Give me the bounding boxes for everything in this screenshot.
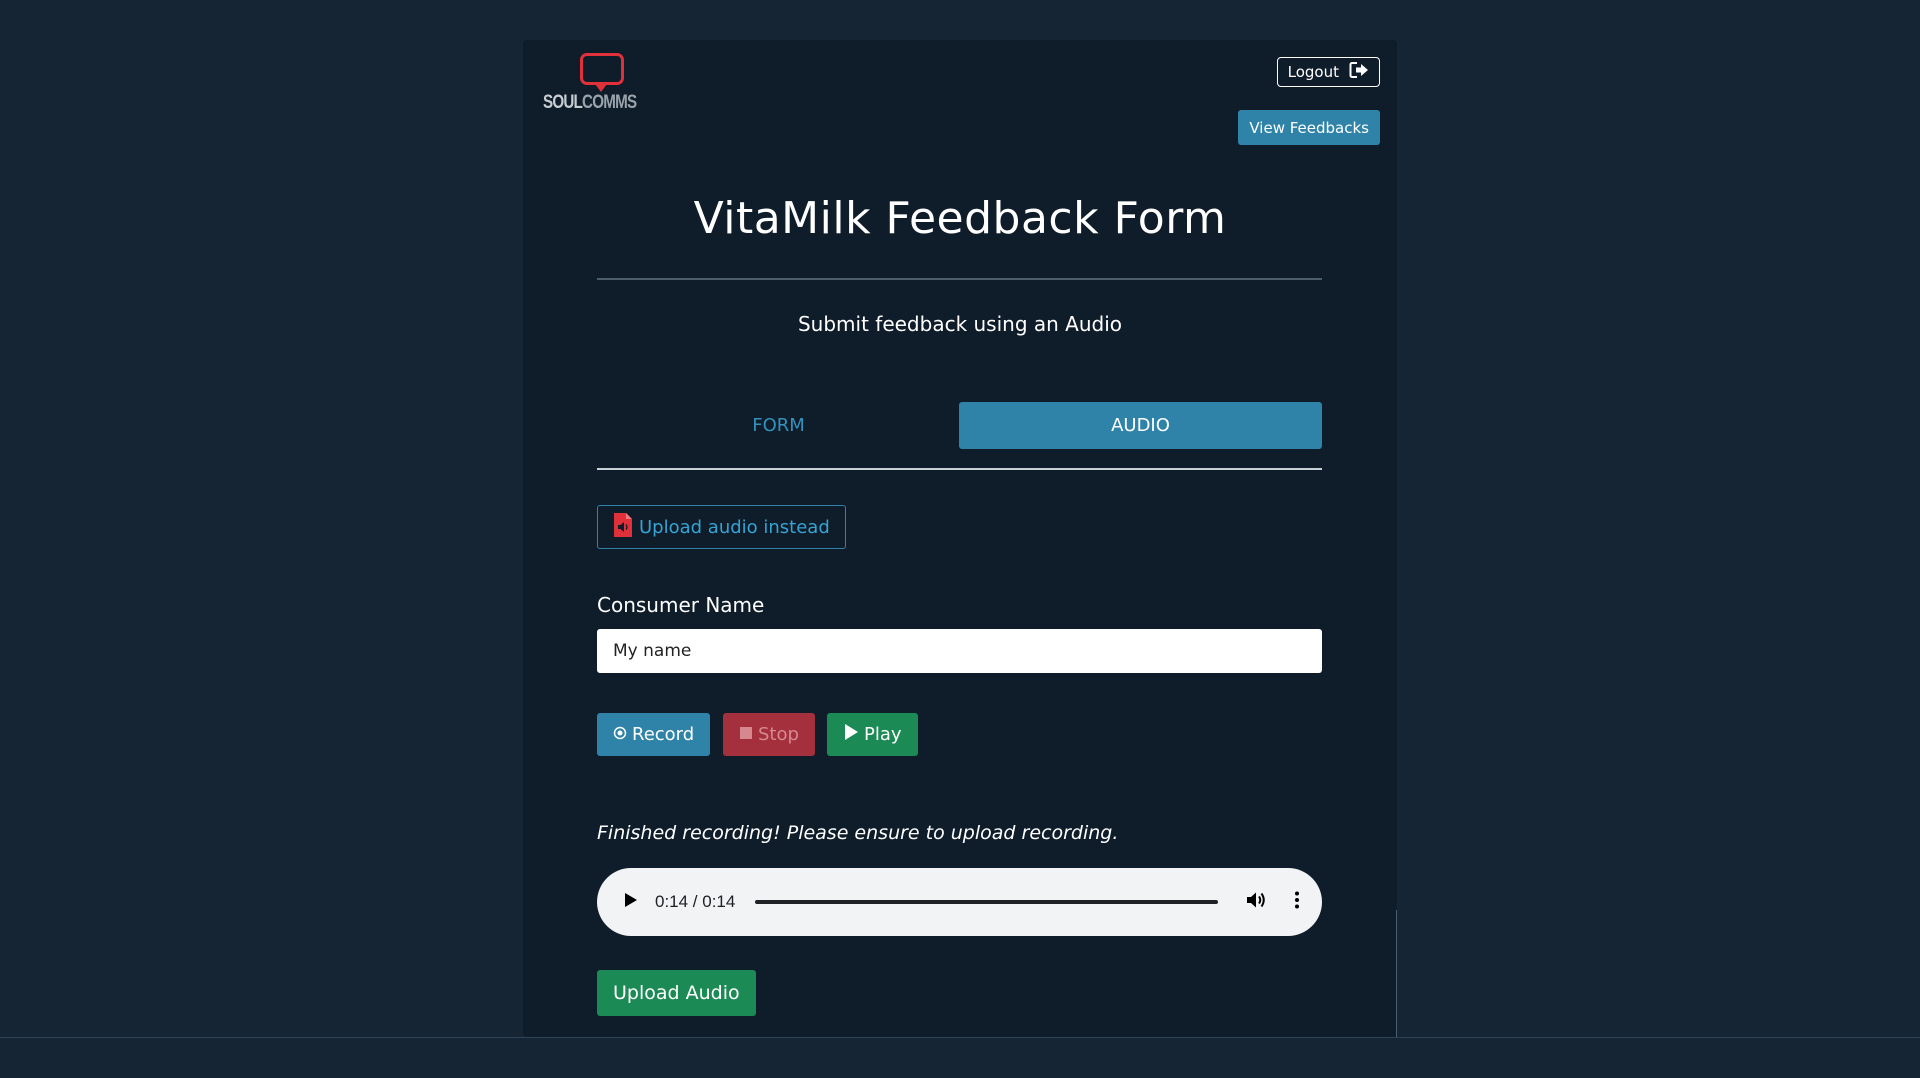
play-label: Play	[864, 724, 902, 745]
logout-label: Logout	[1287, 63, 1339, 81]
more-options-icon[interactable]	[1294, 890, 1300, 914]
feedback-card: SOULCOMMS Logout View Feedbacks VitaMilk…	[523, 40, 1397, 1037]
audio-play-icon[interactable]	[623, 891, 639, 913]
tab-form[interactable]: FORM	[597, 402, 960, 449]
upload-audio-instead-button[interactable]: Upload audio instead	[597, 505, 846, 549]
recording-status-text: Finished recording! Please ensure to upl…	[597, 822, 1119, 844]
play-button[interactable]: Play	[827, 713, 918, 756]
page-title: VitaMilk Feedback Form	[693, 193, 1227, 244]
soulcomms-logo: SOULCOMMS	[543, 52, 637, 122]
card-edge-line	[1396, 910, 1397, 1037]
logout-icon	[1349, 61, 1369, 83]
tabs-divider	[597, 468, 1322, 470]
upload-audio-button[interactable]: Upload Audio	[597, 970, 756, 1016]
page-bottom-border	[0, 1037, 1920, 1038]
audio-file-icon	[613, 512, 633, 543]
logout-button[interactable]: Logout	[1276, 57, 1380, 87]
title-divider	[597, 278, 1322, 280]
record-button[interactable]: Record	[597, 713, 711, 756]
view-feedbacks-button[interactable]: View Feedbacks	[1238, 110, 1380, 145]
audio-player: 0:14 / 0:14	[597, 868, 1322, 936]
audio-time: 0:14 / 0:14	[655, 892, 736, 911]
volume-icon[interactable]	[1246, 890, 1268, 914]
play-icon	[843, 723, 859, 746]
tab-audio[interactable]: AUDIO	[959, 402, 1322, 449]
stop-label: Stop	[758, 724, 799, 745]
consumer-name-input[interactable]	[597, 629, 1322, 673]
record-label: Record	[632, 724, 695, 745]
audio-progress-slider[interactable]	[755, 900, 1218, 904]
upload-instead-label: Upload audio instead	[639, 516, 830, 538]
stop-icon	[739, 724, 753, 745]
page-subtitle: Submit feedback using an Audio	[797, 312, 1123, 336]
record-icon	[613, 724, 627, 745]
consumer-name-label: Consumer Name	[597, 593, 765, 617]
speech-bubble-icon	[580, 53, 624, 85]
stop-button[interactable]: Stop	[723, 713, 815, 756]
